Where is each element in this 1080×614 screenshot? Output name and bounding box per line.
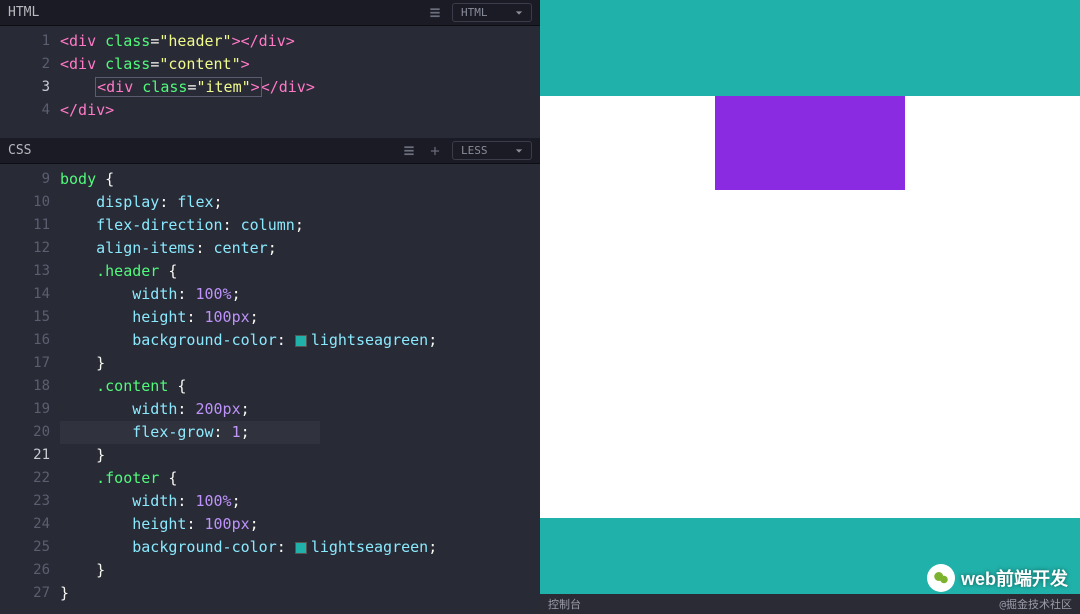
html-code[interactable]: <div class="header"></div> <div class="c…	[60, 26, 540, 138]
html-panel-title: HTML	[8, 5, 39, 20]
css-code[interactable]: body { display: flex; flex-direction: co…	[60, 164, 540, 614]
html-lang-dropdown[interactable]: HTML	[452, 3, 532, 22]
editor-pane: HTML HTML 1 2 3 4 <div class="header"></…	[0, 0, 540, 614]
css-gutter: 9 10 11 12 13 14 15 16 17 18 19 20 21 22…	[0, 164, 60, 614]
preview-item	[715, 96, 905, 190]
css-code-area[interactable]: 9 10 11 12 13 14 15 16 17 18 19 20 21 22…	[0, 164, 540, 614]
watermark-text: web前端开发	[961, 565, 1068, 591]
css-settings-icon[interactable]	[400, 142, 418, 160]
html-gutter: 1 2 3 4	[0, 26, 60, 138]
console-label: 控制台	[548, 596, 581, 612]
css-panel-title: CSS	[8, 143, 31, 158]
html-code-area[interactable]: 1 2 3 4 <div class="header"></div> <div …	[0, 26, 540, 138]
css-panel-header: CSS LESS	[0, 138, 540, 164]
preview-header	[540, 0, 1080, 96]
console-credit: @掘金技术社区	[999, 596, 1072, 612]
preview-content	[540, 96, 1080, 518]
html-lang-label: HTML	[461, 6, 488, 19]
chevron-down-icon	[515, 147, 523, 155]
watermark: web前端开发	[927, 564, 1068, 592]
chevron-down-icon	[515, 9, 523, 17]
css-add-icon[interactable]	[426, 142, 444, 160]
css-lang-dropdown[interactable]: LESS	[452, 141, 532, 160]
preview-pane: 控制台 @掘金技术社区 web前端开发	[540, 0, 1080, 614]
css-lang-label: LESS	[461, 144, 488, 157]
html-settings-icon[interactable]	[426, 4, 444, 22]
html-panel-header: HTML HTML	[0, 0, 540, 26]
console-bar[interactable]: 控制台 @掘金技术社区	[540, 594, 1080, 614]
wechat-icon	[927, 564, 955, 592]
